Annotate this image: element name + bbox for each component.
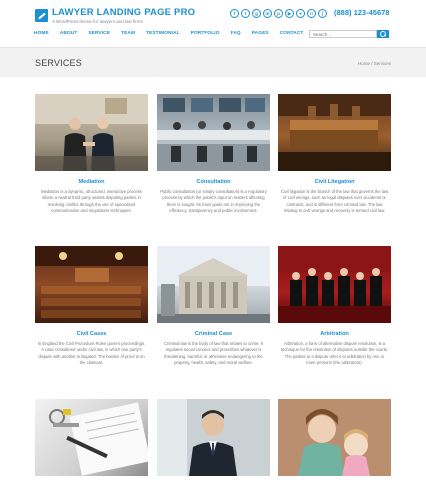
service-description: Arbitration, a form of alternative dispu… xyxy=(280,341,389,366)
service-title[interactable]: Civil Litegation xyxy=(278,179,391,185)
facebook-icon[interactable]: f xyxy=(230,9,239,18)
site-header: LAWYER LANDING PAGE PRO A WordPress them… xyxy=(0,0,426,47)
service-card-arbitration: Arbitration Arbitration, a form of alter… xyxy=(278,246,391,367)
nav-item-testimonial[interactable]: TESTIMONIAL xyxy=(146,31,180,36)
service-image-mediation[interactable] xyxy=(35,94,148,171)
page-title-band: SERVICES Home / Services xyxy=(0,47,426,77)
social-links: f t g in p ▶ ● ◘ ) xyxy=(230,9,327,18)
main-nav: HOME ABOUT SERVICE TEAM TESTIMONIAL PORT… xyxy=(34,31,314,36)
service-title[interactable]: Mediation xyxy=(35,179,148,185)
rss-icon[interactable]: ) xyxy=(318,9,327,18)
search-icon[interactable] xyxy=(377,30,389,38)
service-image-arbitration[interactable] xyxy=(278,246,391,323)
service-description: Public consultation (or simply consultat… xyxy=(160,189,267,214)
nav-item-home[interactable]: HOME xyxy=(34,31,49,36)
service-card-civil-cases: Civil Cases In England the Civil Procedu… xyxy=(35,246,148,367)
flickr-icon[interactable]: ● xyxy=(296,9,305,18)
phone-number[interactable]: (888) 123-45678 xyxy=(334,8,389,17)
service-description: Civil litigation is the branch of the la… xyxy=(280,189,389,214)
service-card-criminal-case: Criminal Case Criminal law is the body o… xyxy=(157,246,270,367)
google-plus-icon[interactable]: g xyxy=(252,9,261,18)
service-card-consultation: Consultation Public consultation (or sim… xyxy=(157,94,270,215)
service-card-mediation: Mediation Mediation is a dynamic, struct… xyxy=(35,94,148,215)
nav-item-faq[interactable]: FAQ xyxy=(231,31,241,36)
service-title[interactable]: Civil Cases xyxy=(35,331,148,337)
service-image-criminal-case[interactable] xyxy=(157,246,270,323)
linkedin-icon[interactable]: in xyxy=(263,9,272,18)
service-title[interactable]: Consultation xyxy=(157,179,270,185)
search-input[interactable] xyxy=(309,30,377,38)
breadcrumb[interactable]: Home / Services xyxy=(358,61,391,66)
service-image-civil-cases[interactable] xyxy=(35,246,148,323)
site-title[interactable]: LAWYER LANDING PAGE PRO xyxy=(52,7,195,18)
service-card-civil-litegation: Civil Litegation Civil litigation is the… xyxy=(278,94,391,215)
instagram-icon[interactable]: ◘ xyxy=(307,9,316,18)
pinterest-icon[interactable]: p xyxy=(274,9,283,18)
nav-item-about[interactable]: ABOUT xyxy=(60,31,78,36)
site-tagline: A WordPress theme for lawyers and law fi… xyxy=(52,19,143,24)
twitter-icon[interactable]: t xyxy=(241,9,250,18)
nav-item-team[interactable]: TEAM xyxy=(121,31,135,36)
service-description: In England the Civil Procedure Rules gov… xyxy=(37,341,146,366)
service-card xyxy=(157,399,270,482)
service-image-family[interactable] xyxy=(278,399,391,476)
service-title[interactable]: Arbitration xyxy=(278,331,391,337)
logo-icon[interactable] xyxy=(35,9,48,22)
service-image-civil-litegation[interactable] xyxy=(278,94,391,171)
nav-item-service[interactable]: SERVICE xyxy=(88,31,110,36)
service-title[interactable]: Criminal Case xyxy=(157,331,270,337)
service-description: Mediation is a dynamic, structured, inte… xyxy=(41,189,142,214)
service-image-consultation[interactable] xyxy=(157,94,270,171)
youtube-icon[interactable]: ▶ xyxy=(285,9,294,18)
service-description: Criminal law is the body of law that rel… xyxy=(164,341,263,366)
nav-item-pages[interactable]: PAGES xyxy=(252,31,269,36)
service-image-lawyer[interactable] xyxy=(157,399,270,476)
service-image-keys[interactable] xyxy=(35,399,148,476)
service-card xyxy=(35,399,148,482)
service-card xyxy=(278,399,391,482)
page-title: SERVICES xyxy=(35,58,82,68)
nav-item-portfolio[interactable]: PORTFOLIO xyxy=(191,31,220,36)
nav-item-contact[interactable]: CONTACT xyxy=(280,31,304,36)
